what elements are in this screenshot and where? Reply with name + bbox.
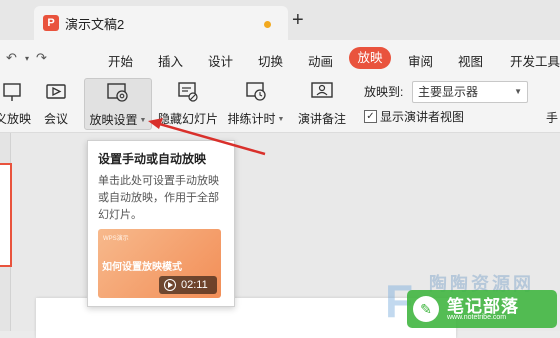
watermark-url: www.notetribe.com	[447, 314, 507, 321]
pencil-icon: ✎	[413, 296, 439, 322]
watermark: F 陶陶资源网 ✎ 笔记部落 www.notetribe.com	[385, 268, 560, 331]
watermark-badge: ✎ 笔记部落 www.notetribe.com	[407, 290, 557, 328]
